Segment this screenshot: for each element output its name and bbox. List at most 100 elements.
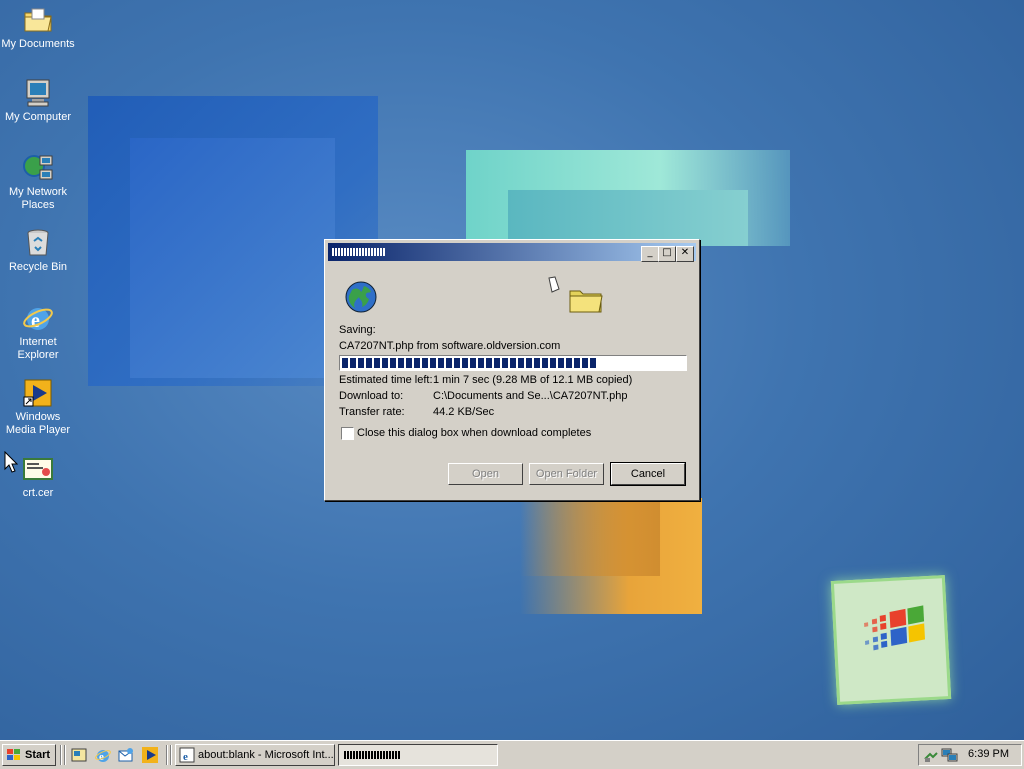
clock[interactable]: 6:39 PM bbox=[968, 748, 1009, 760]
mouse-cursor-icon bbox=[4, 451, 18, 473]
estimated-time-value: 1 min 7 sec (9.28 MB of 12.1 MB copied) bbox=[433, 374, 633, 386]
progress-block bbox=[470, 358, 476, 368]
progress-block bbox=[534, 358, 540, 368]
download-to-label: Download to: bbox=[339, 390, 404, 402]
folder-icon bbox=[569, 290, 603, 313]
taskbar-task-download[interactable] bbox=[338, 744, 498, 766]
progress-block bbox=[566, 358, 572, 368]
desktop-icon-label: crt.cer bbox=[22, 487, 54, 499]
svg-text:e: e bbox=[183, 751, 188, 763]
progress-block bbox=[374, 358, 380, 368]
start-label: Start bbox=[25, 749, 51, 761]
progress-block bbox=[446, 358, 452, 368]
desktop-icon-my-documents[interactable]: My Documents bbox=[0, 4, 76, 51]
desktop-icon-label: My Documents bbox=[1, 38, 75, 50]
close-when-complete-label[interactable]: Close this dialog box when download comp… bbox=[357, 427, 591, 439]
desktop-icon-my-network-places[interactable]: My Network Places bbox=[0, 152, 76, 212]
windows-logo bbox=[830, 575, 952, 705]
taskbar-separator bbox=[170, 745, 172, 765]
wallpaper-blue-inner bbox=[130, 138, 335, 378]
media-player-icon bbox=[22, 377, 54, 409]
desktop-icon-label: My Network Places bbox=[8, 186, 68, 211]
start-button[interactable]: Start bbox=[2, 744, 56, 766]
progress-block bbox=[478, 358, 484, 368]
progress-block bbox=[406, 358, 412, 368]
progress-block bbox=[542, 358, 548, 368]
progress-block bbox=[422, 358, 428, 368]
windows-flag-icon bbox=[7, 749, 20, 760]
close-when-complete-checkbox[interactable] bbox=[341, 427, 354, 440]
progress-block bbox=[438, 358, 444, 368]
network-connection-icon[interactable] bbox=[941, 747, 959, 763]
progress-fill bbox=[342, 358, 605, 368]
taskbar-separator bbox=[64, 745, 66, 765]
taskbar-separator bbox=[60, 745, 62, 765]
taskbar: Start e e about:blank - Microsoft Int... bbox=[0, 740, 1024, 769]
ie-page-icon: e bbox=[179, 747, 195, 763]
progress-block bbox=[526, 358, 532, 368]
task-label: about:blank - Microsoft Int... bbox=[198, 749, 334, 761]
transfer-rate-label: Transfer rate: bbox=[339, 406, 405, 418]
wallpaper-teal-inner bbox=[508, 190, 748, 246]
progress-block bbox=[510, 358, 516, 368]
close-button[interactable]: ✕ bbox=[676, 246, 694, 262]
folder-icon bbox=[22, 4, 54, 36]
progress-block bbox=[430, 358, 436, 368]
progress-block bbox=[358, 358, 364, 368]
progress-block bbox=[558, 358, 564, 368]
progress-block bbox=[518, 358, 524, 368]
cancel-button[interactable]: Cancel bbox=[610, 462, 686, 486]
progress-block bbox=[342, 358, 348, 368]
progress-block bbox=[502, 358, 508, 368]
minimize-button[interactable]: _ bbox=[641, 246, 659, 262]
maximize-button[interactable]: □ bbox=[658, 246, 676, 262]
progress-block bbox=[486, 358, 492, 368]
safely-remove-hardware-icon[interactable] bbox=[923, 747, 939, 763]
open-button[interactable]: Open bbox=[448, 463, 523, 485]
progress-block bbox=[462, 358, 468, 368]
internet-explorer-icon: e bbox=[22, 302, 54, 334]
system-tray: 6:39 PM bbox=[918, 744, 1022, 766]
desktop-icon-windows-media-player[interactable]: Windows Media Player bbox=[0, 377, 76, 437]
dialog-title-bar[interactable]: _ □ ✕ bbox=[328, 243, 696, 262]
progress-block bbox=[454, 358, 460, 368]
download-dialog: _ □ ✕ Saving: CA7207NT.php from software… bbox=[324, 239, 700, 501]
open-folder-button[interactable]: Open Folder bbox=[529, 463, 604, 485]
globe-icon bbox=[345, 281, 377, 313]
progress-block bbox=[574, 358, 580, 368]
wallpaper-orange-inner bbox=[520, 498, 660, 576]
download-to-value: C:\Documents and Se...\CA7207NT.php bbox=[433, 390, 628, 402]
progress-block bbox=[390, 358, 396, 368]
taskbar-separator bbox=[166, 745, 168, 765]
progress-block bbox=[590, 358, 596, 368]
taskbar-task-internet-explorer[interactable]: e about:blank - Microsoft Int... bbox=[175, 744, 335, 766]
outlook-express-icon[interactable] bbox=[117, 746, 135, 764]
show-desktop-icon[interactable] bbox=[70, 746, 88, 764]
progress-block bbox=[494, 358, 500, 368]
file-source-text: CA7207NT.php from software.oldversion.co… bbox=[339, 340, 561, 352]
desktop-icon-internet-explorer[interactable]: e Internet Explorer bbox=[0, 302, 76, 362]
progress-block bbox=[350, 358, 356, 368]
desktop-icon-my-computer[interactable]: My Computer bbox=[0, 77, 76, 124]
desktop-icon-label: Recycle Bin bbox=[8, 261, 68, 273]
flying-document-icon bbox=[548, 276, 560, 293]
recycle-bin-icon bbox=[22, 227, 54, 259]
transfer-rate-value: 44.2 KB/Sec bbox=[433, 406, 495, 418]
certificate-icon bbox=[22, 453, 54, 485]
computer-icon bbox=[22, 77, 54, 109]
progress-block bbox=[366, 358, 372, 368]
saving-label: Saving: bbox=[339, 324, 376, 336]
internet-explorer-icon[interactable]: e bbox=[94, 746, 112, 764]
progress-block bbox=[382, 358, 388, 368]
progress-block bbox=[582, 358, 588, 368]
task-progress-indicator bbox=[344, 751, 400, 759]
desktop-icon-label: Windows Media Player bbox=[5, 411, 71, 436]
estimated-time-label: Estimated time left: bbox=[339, 374, 433, 386]
title-progress-indicator bbox=[332, 248, 388, 256]
desktop-icon-recycle-bin[interactable]: Recycle Bin bbox=[0, 227, 76, 274]
progress-block bbox=[550, 358, 556, 368]
desktop-icon-label: My Computer bbox=[4, 111, 72, 123]
media-player-icon[interactable] bbox=[141, 746, 159, 764]
download-progress-bar bbox=[339, 355, 687, 371]
progress-block bbox=[398, 358, 404, 368]
